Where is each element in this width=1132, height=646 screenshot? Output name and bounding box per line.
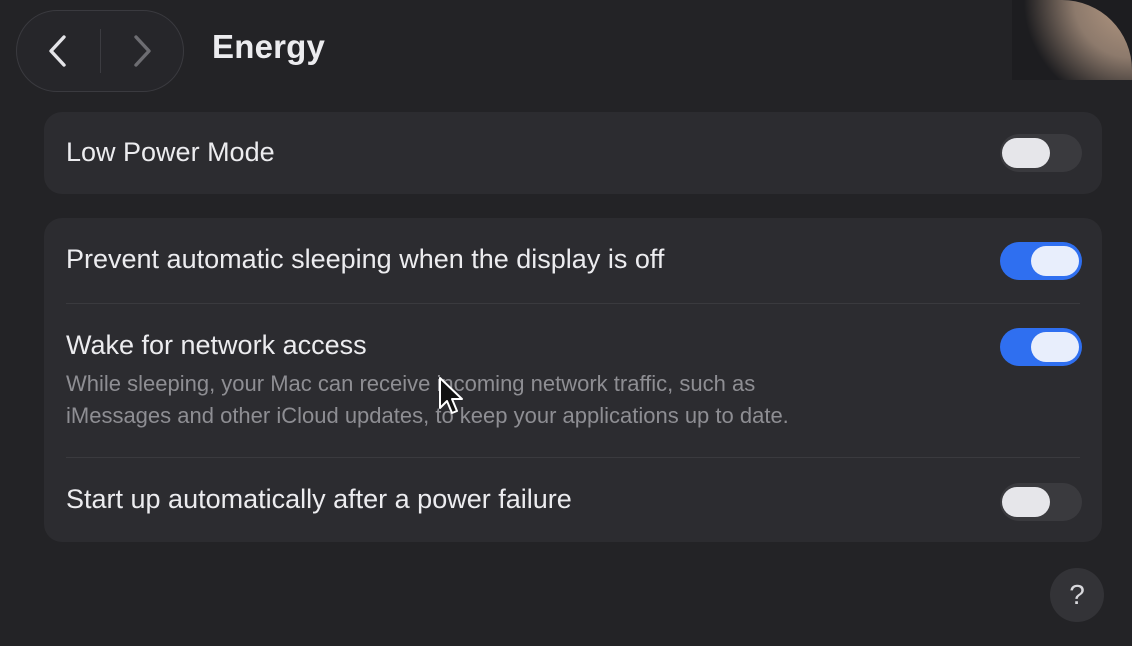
low-power-label: Low Power Mode xyxy=(66,137,275,167)
wake-network-description: While sleeping, your Mac can receive inc… xyxy=(66,368,986,432)
low-power-toggle[interactable] xyxy=(1000,134,1082,172)
auto-startup-label: Start up automatically after a power fai… xyxy=(66,484,572,514)
description-line: iMessages and other iCloud updates, to k… xyxy=(66,403,789,428)
toggle-knob xyxy=(1031,332,1079,362)
sleep-settings-group: Prevent automatic sleeping when the disp… xyxy=(44,218,1102,542)
prevent-sleep-label: Prevent automatic sleeping when the disp… xyxy=(66,244,665,274)
settings-window: Energy Low Power Mode Prevent automatic … xyxy=(0,0,1132,646)
chevron-left-icon xyxy=(49,35,66,67)
toggle-knob xyxy=(1002,138,1050,168)
auto-startup-row: Start up automatically after a power fai… xyxy=(44,458,1102,542)
desktop-corner-background xyxy=(1012,0,1132,80)
wake-network-label: Wake for network access xyxy=(66,330,367,360)
chevron-right-icon xyxy=(134,35,151,67)
wake-network-row: Wake for network access While sleeping, … xyxy=(44,304,1102,456)
back-button[interactable] xyxy=(17,11,100,91)
auto-startup-toggle[interactable] xyxy=(1000,483,1082,521)
help-button[interactable]: ? xyxy=(1050,568,1104,622)
page-title: Energy xyxy=(212,28,326,65)
low-power-row: Low Power Mode xyxy=(44,112,1102,194)
wake-network-toggle[interactable] xyxy=(1000,328,1082,366)
prevent-sleep-row: Prevent automatic sleeping when the disp… xyxy=(44,218,1102,304)
navigation-buttons xyxy=(16,10,184,92)
forward-button[interactable] xyxy=(101,11,184,91)
low-power-group: Low Power Mode xyxy=(44,112,1102,194)
prevent-sleep-toggle[interactable] xyxy=(1000,242,1082,280)
mouse-pointer-icon xyxy=(439,377,463,414)
toggle-knob xyxy=(1031,246,1079,276)
description-line: While sleeping, your Mac can receive inc… xyxy=(66,371,756,396)
toggle-knob xyxy=(1002,487,1050,517)
